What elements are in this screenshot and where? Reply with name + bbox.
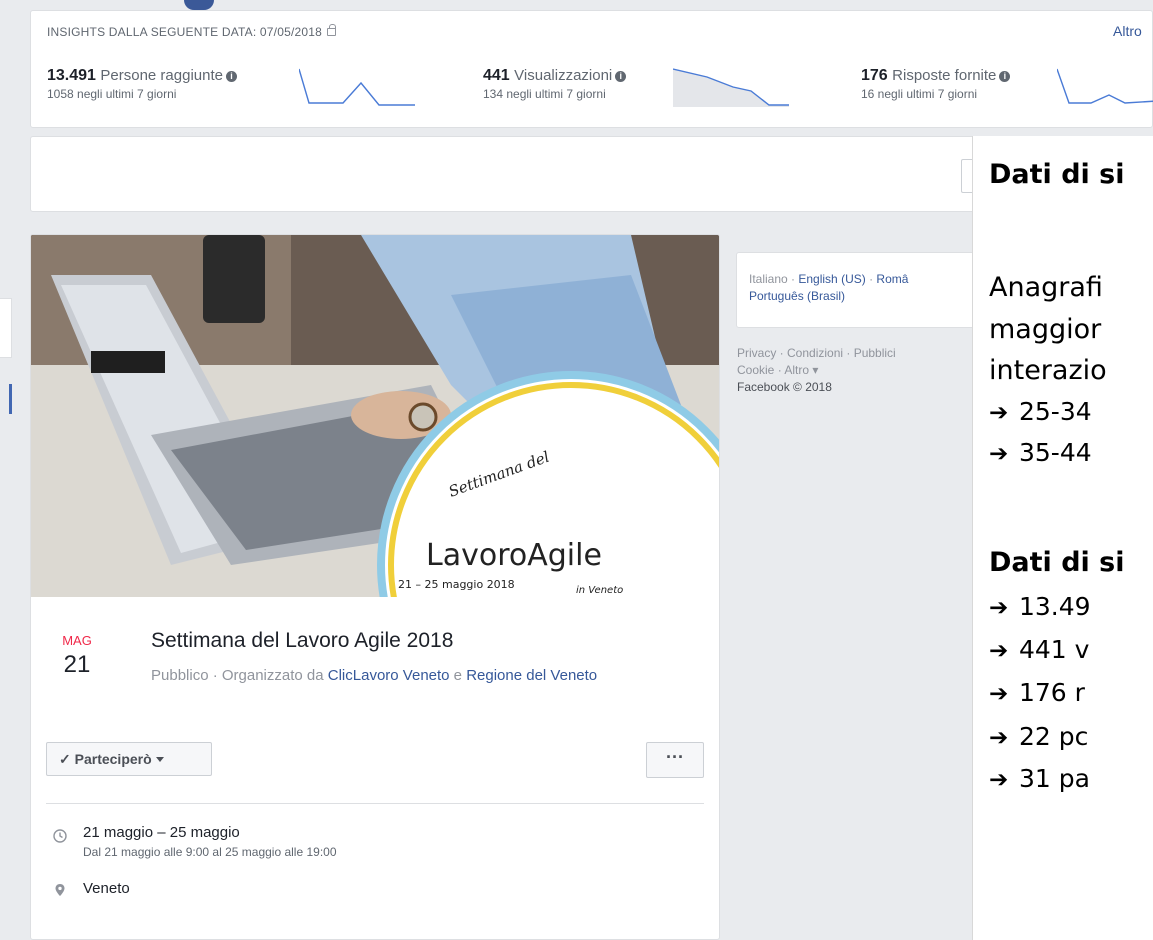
- panel-heading-2: Dati di si: [989, 547, 1125, 578]
- cover-logo-line2: LavoroAgile: [426, 538, 602, 573]
- panel-bullet-3: ➔ 13.49: [989, 592, 1091, 621]
- language-romanian[interactable]: Româ: [876, 272, 908, 286]
- page-footer: Privacy · Condizioni · Pubblici Cookie ·…: [737, 345, 977, 396]
- more-options-button[interactable]: ···: [646, 742, 704, 778]
- event-when-sub: Dal 21 maggio alle 9:00 al 25 maggio all…: [83, 845, 337, 859]
- panel-bullet-2: ➔ 35-44: [989, 438, 1092, 467]
- metric-views-label: Visualizzazioni: [514, 67, 613, 84]
- footer-copyright: Facebook © 2018: [737, 380, 832, 394]
- lock-icon: [327, 24, 336, 36]
- panel-heading-1: Dati di si: [989, 159, 1125, 190]
- metric-views-sub: 134 negli ultimi 7 giorni: [483, 87, 606, 101]
- organizer-link-cliclavoro[interactable]: ClicLavoro Veneto: [328, 667, 450, 684]
- event-location: Veneto: [83, 880, 130, 897]
- left-sidebar-active-marker: [9, 384, 12, 414]
- metric-views-value: 441: [483, 67, 510, 84]
- arrow-icon: ➔: [989, 681, 1009, 707]
- metric-responses-label: Risposte fornite: [892, 67, 997, 84]
- overlay-text-panel: Dati di si Anagrafi maggior interazio ➔ 2…: [973, 136, 1153, 940]
- event-when-main: 21 maggio – 25 maggio: [83, 824, 240, 841]
- panel-text-line1: Anagrafi: [989, 272, 1103, 303]
- organizer-link-regione[interactable]: Regione del Veneto: [466, 667, 597, 684]
- panel-bullet-1: ➔ 25-34: [989, 397, 1092, 426]
- metric-reach-label: Persone raggiunte: [100, 67, 223, 84]
- insights-panel: INSIGHTS DALLA SEGUENTE DATA: 07/05/2018…: [30, 10, 1153, 128]
- metric-reach: 13.491 Persone raggiunte i 1058 negli ult…: [47, 67, 237, 101]
- info-icon[interactable]: i: [225, 71, 237, 82]
- arrow-icon: ➔: [989, 595, 1009, 621]
- panel-bullet-2-text: 35-44: [1019, 438, 1092, 467]
- panel-bullet-6: ➔ 22 pc: [989, 722, 1088, 751]
- event-card: Settimana del LavoroAgile 21 – 25 maggio…: [30, 234, 720, 940]
- language-italian[interactable]: Italiano: [749, 272, 788, 286]
- responses-sparkline: [1057, 68, 1153, 104]
- event-meta-join: e: [449, 667, 467, 684]
- panel-bullet-4-text: 441 v: [1019, 635, 1090, 664]
- footer-links-line2[interactable]: Cookie · Altro ▾: [737, 362, 977, 379]
- cover-illustration: Settimana del LavoroAgile 21 – 25 maggio…: [31, 235, 719, 597]
- event-meta-prefix: Pubblico · Organizzato da: [151, 667, 328, 684]
- insights-header: INSIGHTS DALLA SEGUENTE DATA: 07/05/2018: [47, 24, 336, 39]
- arrow-icon: ➔: [989, 767, 1009, 793]
- panel-bullet-1-text: 25-34: [1019, 397, 1092, 426]
- event-date-month: MAG: [62, 633, 92, 648]
- footer-links-line1[interactable]: Privacy · Condizioni · Pubblici: [737, 345, 977, 362]
- info-icon[interactable]: i: [615, 71, 627, 82]
- language-separator: ·: [787, 272, 799, 286]
- panel-bullet-6-text: 22 pc: [1019, 722, 1089, 751]
- event-cover-photo[interactable]: Settimana del LavoroAgile 21 – 25 maggio…: [31, 235, 719, 597]
- reach-sparkline: [299, 68, 415, 106]
- clock-icon: [53, 829, 67, 843]
- going-button[interactable]: ✓ Parteciperò: [46, 742, 212, 776]
- language-separator: ·: [865, 272, 877, 286]
- panel-bullet-7-text: 31 pa: [1019, 764, 1090, 793]
- arrow-icon: ➔: [989, 400, 1009, 426]
- metric-reach-value: 13.491: [47, 67, 96, 84]
- language-english-us[interactable]: English (US): [798, 272, 865, 286]
- cover-logo-region: in Veneto: [576, 585, 623, 596]
- chevron-down-icon: [155, 757, 164, 762]
- divider: [46, 803, 704, 804]
- arrow-icon: ➔: [989, 725, 1009, 751]
- panel-bullet-3-text: 13.49: [1019, 592, 1091, 621]
- metric-views: 441 Visualizzazioni i 134 negli ultimi 7 …: [483, 67, 627, 101]
- metric-responses-sub: 16 negli ultimi 7 giorni: [861, 87, 978, 101]
- views-sparkline: [673, 68, 789, 107]
- arrow-icon: ➔: [989, 638, 1009, 664]
- language-portuguese-brazil[interactable]: Português (Brasil): [749, 289, 845, 303]
- panel-bullet-5: ➔ 176 r: [989, 678, 1085, 707]
- event-meta: Pubblico · Organizzato da ClicLavoro Ven…: [151, 665, 711, 687]
- panel-text-line3: interazio: [989, 355, 1107, 386]
- going-button-label: ✓ Parteciperò: [59, 751, 152, 767]
- panel-bullet-4: ➔ 441 v: [989, 635, 1089, 664]
- event-title: Settimana del Lavoro Agile 2018: [151, 629, 454, 652]
- insights-more-link[interactable]: Altro: [1113, 23, 1142, 39]
- event-date-day: 21: [63, 651, 91, 678]
- panel-bullet-5-text: 176 r: [1019, 678, 1085, 707]
- metric-responses: 176 Risposte fornite i 16 negli ultimi 7 …: [861, 67, 1011, 101]
- panel-bullet-7: ➔ 31 pa: [989, 764, 1090, 793]
- metric-responses-value: 176: [861, 67, 888, 84]
- info-icon[interactable]: i: [999, 71, 1011, 82]
- cover-logo-dates: 21 – 25 maggio 2018: [398, 578, 515, 591]
- arrow-icon: ➔: [989, 441, 1009, 467]
- top-tab-marker: [184, 0, 214, 10]
- left-sidebar-edge: [0, 298, 12, 358]
- metric-reach-sub: 1058 negli ultimi 7 giorni: [47, 87, 177, 101]
- location-pin-icon: [55, 884, 65, 896]
- panel-text-line2: maggior: [989, 314, 1102, 345]
- insights-date-label: INSIGHTS DALLA SEGUENTE DATA: 07/05/2018: [47, 25, 322, 39]
